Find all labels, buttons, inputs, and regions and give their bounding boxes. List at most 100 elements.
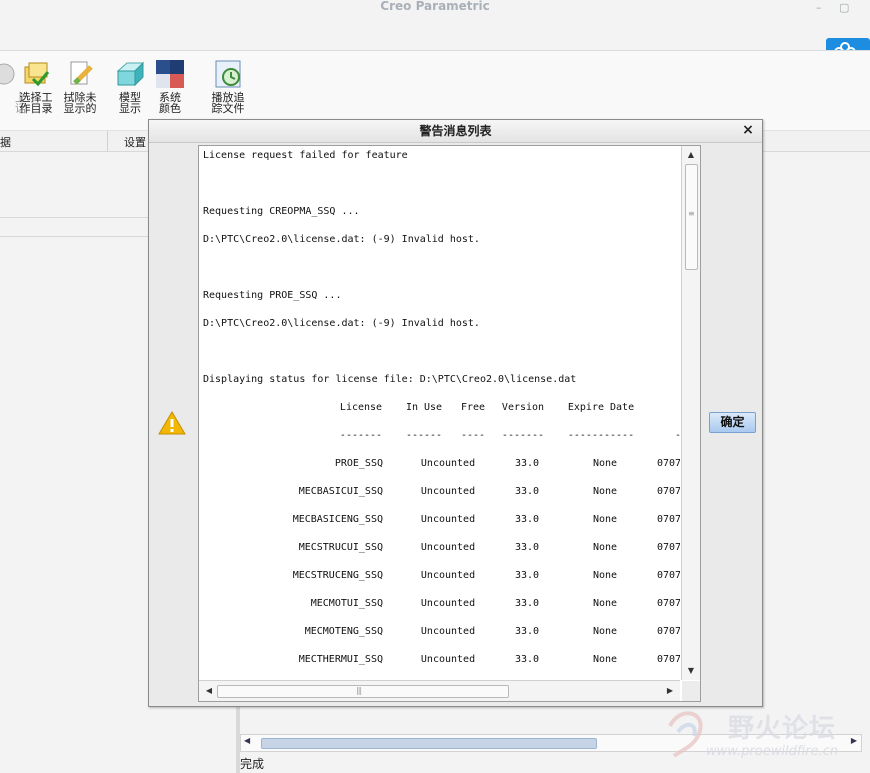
license-cell: MECMOTUI_SSQ bbox=[310, 598, 383, 609]
extra-cell: 0707 bbox=[657, 626, 680, 637]
group-label-settings: 设置 bbox=[124, 136, 146, 149]
column-header: In Use bbox=[405, 402, 443, 413]
in-use-cell: Uncounted bbox=[420, 654, 476, 665]
divider bbox=[0, 217, 148, 218]
message-pane[interactable]: License request failed for feature Reque… bbox=[198, 145, 701, 702]
status-text: 完成 bbox=[240, 757, 265, 771]
in-use-cell: Uncounted bbox=[420, 542, 476, 553]
in-use-cell: Uncounted bbox=[420, 570, 476, 581]
table-header: License In Use Free Version Expire Date bbox=[199, 402, 680, 416]
watermark-title: 野火论坛 bbox=[728, 714, 837, 744]
ok-button[interactable]: 确定 bbox=[709, 412, 756, 433]
table-row: MECMOTENG_SSQ Uncounted 33.0 None 0707 bbox=[199, 626, 680, 640]
ribbon-label: 颜色 bbox=[159, 102, 181, 115]
extra-cell: 0707 bbox=[657, 458, 680, 469]
version-cell: 33.0 bbox=[514, 486, 540, 497]
extra-cell: 0707 bbox=[657, 486, 680, 497]
license-cell: MECSTRUCENG_SSQ bbox=[292, 570, 383, 581]
dash: ------- bbox=[339, 430, 383, 441]
scroll-left-icon[interactable]: ◀ bbox=[202, 684, 216, 698]
extra-cell: 0707 bbox=[657, 542, 680, 553]
vertical-scrollbar[interactable]: ▲ ≡ ▼ bbox=[681, 146, 700, 680]
dash: ---- bbox=[460, 430, 486, 441]
ribbon-button-play-trail[interactable]: 播放追 踪文件 bbox=[206, 59, 250, 114]
version-cell: 33.0 bbox=[514, 626, 540, 637]
table-row: MECMOTUI_SSQ Uncounted 33.0 None 0707 bbox=[199, 598, 680, 612]
in-use-cell: Uncounted bbox=[420, 626, 476, 637]
table-row: MECSTRUCENG_SSQ Uncounted 33.0 None 0707 bbox=[199, 570, 680, 584]
in-use-cell: Uncounted bbox=[420, 598, 476, 609]
version-cell: 33.0 bbox=[514, 514, 540, 525]
minimize-button[interactable]: – bbox=[816, 1, 822, 14]
table-row: MECBASICENG_SSQ Uncounted 33.0 None 0707 bbox=[199, 514, 680, 528]
in-use-cell: Uncounted bbox=[420, 514, 476, 525]
color-palette-icon bbox=[155, 59, 185, 89]
warning-icon bbox=[158, 410, 186, 436]
group-label-data: 据 bbox=[0, 136, 11, 149]
column-header: Expire Date bbox=[567, 402, 635, 413]
license-cell: MECBASICUI_SSQ bbox=[298, 486, 383, 497]
extra-cell: 0707 bbox=[657, 598, 680, 609]
version-cell: 33.0 bbox=[514, 542, 540, 553]
ribbon-button-system-colors[interactable]: 系统 颜色 bbox=[148, 59, 192, 114]
model-display-icon bbox=[115, 59, 145, 89]
scroll-left-icon[interactable]: ◀ bbox=[244, 736, 250, 745]
expire-cell: None bbox=[592, 654, 618, 665]
dash: ------ bbox=[405, 430, 443, 441]
scroll-up-icon[interactable]: ▲ bbox=[684, 148, 698, 162]
horizontal-scroll-thumb[interactable]: ||| bbox=[217, 685, 509, 698]
license-cell: MECTHERMUI_SSQ bbox=[298, 654, 383, 665]
message-line: Requesting CREOPMA_SSQ ... bbox=[203, 206, 360, 217]
table-row: MECTHERMUI_SSQ Uncounted 33.0 None 0707 bbox=[199, 654, 680, 668]
divider bbox=[0, 236, 148, 237]
message-line: D:\PTC\Creo2.0\license.dat: (-9) Invalid… bbox=[203, 234, 480, 245]
scroll-down-icon[interactable]: ▼ bbox=[684, 664, 698, 678]
grip-icon: ≡ bbox=[688, 209, 695, 218]
scrollbar-corner bbox=[682, 681, 700, 701]
column-header: Version bbox=[501, 402, 545, 413]
table-row: PROE_SSQ Uncounted 33.0 None 0707 bbox=[199, 458, 680, 472]
message-line: D:\PTC\Creo2.0\license.dat: (-9) Invalid… bbox=[203, 318, 480, 329]
extra-cell: 0707 bbox=[657, 514, 680, 525]
column-header: License bbox=[339, 402, 383, 413]
license-cell: MECSTRUCUI_SSQ bbox=[298, 542, 383, 553]
table-divider: ------- ------ ---- ------- ----------- … bbox=[199, 430, 680, 444]
ribbon-button-model-display[interactable]: 模型 显示 bbox=[108, 59, 152, 114]
ribbon-label: 作目录 bbox=[19, 102, 53, 115]
license-cell: MECBASICENG_SSQ bbox=[292, 514, 383, 525]
horizontal-scrollbar[interactable]: ◀ ||| ▶ bbox=[199, 680, 680, 701]
scroll-thumb[interactable] bbox=[261, 738, 597, 749]
group-separator bbox=[107, 131, 108, 151]
in-use-cell: Uncounted bbox=[420, 458, 476, 469]
message-text[interactable]: License request failed for feature Reque… bbox=[199, 146, 680, 680]
ribbon-button-erase-not-displayed[interactable]: 拭除未 显示的 bbox=[58, 59, 102, 114]
ribbon-button-select-working-dir[interactable]: 选择工 作目录 bbox=[14, 59, 58, 114]
table-row: MECBASICUI_SSQ Uncounted 33.0 None 0707 bbox=[199, 486, 680, 500]
warning-dialog: 警告消息列表 × License request failed for feat… bbox=[148, 119, 763, 707]
expire-cell: None bbox=[592, 542, 618, 553]
trail-file-icon bbox=[213, 59, 243, 89]
folder-check-icon bbox=[21, 59, 51, 89]
grip-icon: ||| bbox=[356, 686, 362, 695]
message-line: Requesting PROE_SSQ ... bbox=[203, 290, 342, 301]
vertical-scroll-thumb[interactable]: ≡ bbox=[685, 164, 698, 270]
app-title: Creo Parametric bbox=[380, 0, 490, 13]
dash: - bbox=[673, 430, 680, 441]
expire-cell: None bbox=[592, 458, 618, 469]
version-cell: 33.0 bbox=[514, 570, 540, 581]
message-line: Displaying status for license file: D:\P… bbox=[203, 374, 577, 385]
extra-cell: 0707 bbox=[657, 654, 680, 665]
version-cell: 33.0 bbox=[514, 598, 540, 609]
license-cell: PROE_SSQ bbox=[334, 458, 383, 469]
maximize-button[interactable]: ▢ bbox=[839, 1, 849, 14]
scroll-right-icon[interactable]: ▶ bbox=[663, 684, 677, 698]
extra-cell: 0707 bbox=[657, 570, 680, 581]
expire-cell: None bbox=[592, 626, 618, 637]
dash: ------- bbox=[501, 430, 545, 441]
expire-cell: None bbox=[592, 570, 618, 581]
ribbon-label: 显示 bbox=[119, 102, 141, 115]
expire-cell: None bbox=[592, 486, 618, 497]
close-icon[interactable]: × bbox=[740, 122, 756, 138]
table-row: MECSTRUCUI_SSQ Uncounted 33.0 None 0707 bbox=[199, 542, 680, 556]
expire-cell: None bbox=[592, 514, 618, 525]
